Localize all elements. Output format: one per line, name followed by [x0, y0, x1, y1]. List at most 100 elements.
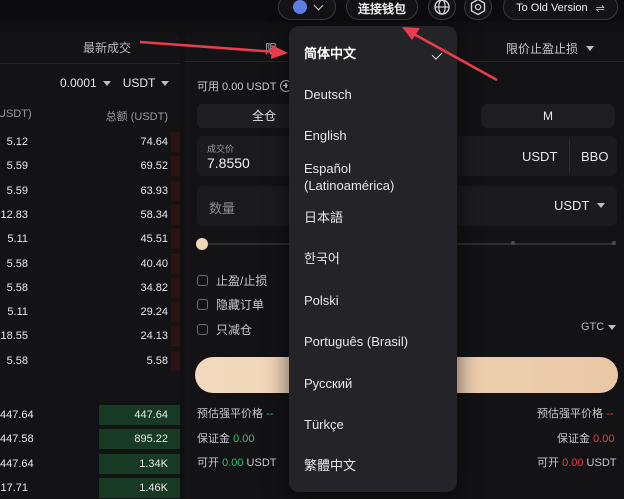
row-amount: 5.58	[6, 281, 28, 294]
bid-row[interactable]: 447.64 447.64	[0, 405, 180, 429]
row-amount: 447.58	[0, 433, 34, 446]
language-option-pl[interactable]: Polski	[304, 293, 339, 309]
ask-row[interactable]: 5.12 74.64	[0, 132, 180, 156]
caret-down-icon	[161, 80, 170, 86]
language-option-zh-cn[interactable]: 简体中文	[304, 46, 356, 62]
row-total: 895.22	[134, 433, 168, 446]
quantity-placeholder: 数量	[209, 201, 236, 216]
time-in-force-selector[interactable]: GTC	[581, 321, 617, 333]
liq-price-label: 预估强平价格	[537, 408, 603, 420]
liq-price-label: 预估强平价格	[197, 408, 263, 420]
currency-selector[interactable]: USDT	[123, 76, 156, 90]
chevron-down-icon	[313, 0, 323, 10]
quantity-unit: USDT	[554, 198, 590, 213]
margin-label: 保证金	[557, 433, 590, 445]
old-version-button[interactable]: To Old Version ⇌	[503, 0, 618, 20]
checkbox-box[interactable]	[197, 324, 208, 335]
row-amount: 17.71	[0, 481, 28, 494]
depth-bar	[171, 180, 180, 201]
ask-row[interactable]: 5.58 5.58	[0, 350, 180, 375]
quantity-unit-selector[interactable]: USDT	[554, 198, 606, 213]
open-label: 可开	[197, 457, 219, 469]
price-value: 7.8550	[207, 155, 250, 171]
precision-selector[interactable]: 0.0001	[60, 76, 97, 90]
ask-row[interactable]: 5.11 45.51	[0, 229, 180, 253]
row-total: 447.64	[134, 409, 168, 421]
language-option-ko[interactable]: 한국어	[304, 251, 340, 267]
row-amount: 447.64	[0, 457, 34, 470]
ask-row[interactable]: 5.58 40.40	[0, 253, 180, 278]
checkbox-box[interactable]	[197, 299, 208, 310]
row-amount: 447.64	[0, 409, 34, 421]
available-text: 可用 0.00 USDT	[197, 81, 277, 93]
leverage-button[interactable]: M	[481, 104, 615, 128]
tab-limit[interactable]: 限	[265, 40, 277, 57]
row-total: 74.64	[140, 136, 168, 148]
bid-row[interactable]: 17.71 1.46K	[0, 477, 180, 499]
language-option-es-sub[interactable]: (Latinoamérica)	[304, 178, 394, 194]
language-option-es[interactable]: Español	[304, 161, 351, 177]
reduce-only-label: 只减仓	[216, 323, 253, 337]
language-option-tr[interactable]: Türkçe	[304, 417, 344, 433]
margin-label: 保证金	[197, 433, 230, 445]
open-value: 0.00	[562, 457, 584, 469]
language-option-zh-tw[interactable]: 繁體中文	[304, 458, 356, 474]
network-selector[interactable]	[278, 0, 336, 20]
hidden-order-label: 隐藏订单	[216, 298, 265, 312]
depth-bar	[171, 302, 180, 323]
language-option-en[interactable]: English	[304, 128, 347, 144]
tpsl-checkbox[interactable]: 止盈/止损	[197, 272, 267, 289]
bbo-button[interactable]: BBO	[581, 149, 608, 164]
row-total: 5.58	[146, 354, 168, 367]
language-option-ru[interactable]: Русский	[304, 376, 352, 392]
hidden-order-checkbox[interactable]: 隐藏订单	[197, 296, 264, 313]
tpsl-label: 止盈/止损	[216, 274, 268, 288]
depth-bar	[171, 326, 180, 347]
globe-icon	[434, 0, 450, 15]
open-unit: USDT	[586, 457, 617, 469]
depth-bar	[171, 277, 180, 298]
ask-row[interactable]: 5.59 69.52	[0, 156, 180, 180]
row-amount: 12.83	[0, 208, 28, 221]
price-label: 成交价	[207, 144, 235, 154]
ask-row[interactable]: 18.55 24.13	[0, 326, 180, 350]
language-option-de[interactable]: Deutsch	[304, 87, 352, 103]
tab-latest-trades[interactable]: 最新成交	[0, 32, 180, 64]
price-unit: USDT	[522, 149, 558, 164]
ask-row[interactable]: 5.59 63.93	[0, 180, 180, 205]
depth-bar	[171, 229, 180, 250]
order-book-panel: 最新成交 0.0001 USDT USDT) 总额 (USDT) 5.12 74.…	[0, 32, 180, 499]
liq-price-left: 预估强平价格 --	[197, 405, 273, 421]
connect-wallet-button[interactable]: 连接钱包	[346, 0, 418, 20]
caret-down-icon	[608, 324, 617, 330]
settings-hex-icon	[470, 0, 486, 16]
depth-bar	[171, 156, 180, 177]
caret-down-icon	[102, 80, 111, 86]
language-option-ja[interactable]: 日本語	[304, 210, 343, 226]
bid-row[interactable]: 447.58 895.22	[0, 429, 180, 453]
row-total: 24.13	[140, 330, 168, 343]
slider-tick[interactable]	[612, 241, 616, 245]
row-total: 58.34	[140, 208, 168, 221]
ask-row[interactable]: 5.58 34.82	[0, 277, 180, 302]
row-amount: 5.59	[6, 160, 28, 173]
tab-limit-tpsl-label: 限价止盈止损	[505, 42, 578, 56]
row-total: 34.82	[140, 281, 168, 294]
depth-bar	[171, 132, 180, 152]
open-unit: USDT	[246, 457, 277, 469]
row-total: 1.46K	[139, 481, 168, 494]
divider	[569, 140, 570, 172]
row-amount: 5.58	[6, 354, 28, 367]
checkbox-box[interactable]	[197, 275, 208, 286]
slider-tick[interactable]	[511, 241, 515, 245]
bid-row[interactable]: 447.64 1.34K	[0, 453, 180, 478]
ask-row[interactable]: 5.11 29.24	[0, 302, 180, 326]
reduce-only-checkbox[interactable]: 只减仓	[197, 321, 252, 338]
open-value: 0.00	[222, 457, 244, 469]
slider-handle[interactable]	[196, 238, 208, 250]
ask-row[interactable]: 12.83 58.34	[0, 204, 180, 229]
tab-limit-tpsl[interactable]: 限价止盈止损	[506, 40, 594, 57]
language-option-pt-br[interactable]: Português (Brasil)	[304, 334, 408, 350]
check-icon	[431, 49, 443, 60]
open-left: 可开 0.00 USDT	[197, 454, 277, 470]
